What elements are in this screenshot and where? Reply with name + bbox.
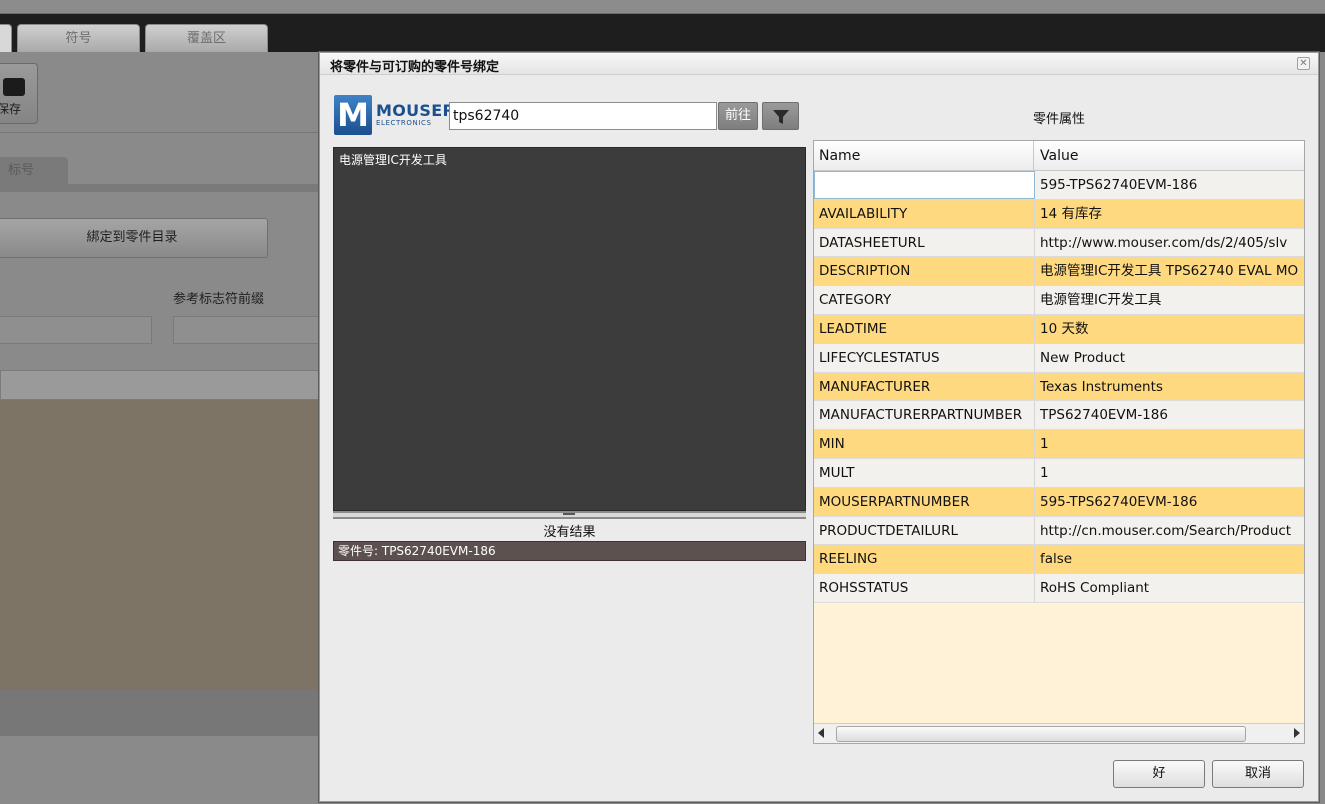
property-name-cell[interactable]: PRODUCTDETAILURL — [814, 516, 1035, 545]
property-value-cell[interactable]: http://www.mouser.com/ds/2/405/slv — [1035, 229, 1304, 257]
part-search-input[interactable] — [449, 102, 717, 130]
property-value-cell[interactable]: false — [1035, 545, 1304, 573]
property-name-cell[interactable] — [814, 171, 1035, 199]
dialog-titlebar: 将零件与可订购的零件号绑定 ✕ — [320, 53, 1318, 75]
bind-to-catalog-button[interactable]: 綁定到零件目录 — [0, 218, 268, 258]
splitter-grip[interactable] — [563, 513, 575, 515]
property-row[interactable]: MOUSERPARTNUMBER 595-TPS62740EVM-186 — [814, 487, 1304, 517]
sub-tab-strip — [0, 184, 330, 192]
grid-rows: 595-TPS62740EVM-186 AVAILABILITY 14 有库存 DAT… — [814, 171, 1304, 603]
properties-title: 零件属性 — [1032, 112, 1085, 127]
property-name-cell[interactable]: MANUFACTURER — [814, 372, 1035, 401]
tab-footprint[interactable]: 覆盖区 — [145, 24, 268, 52]
property-row[interactable]: PRODUCTDETAILURL http://cn.mouser.com/Sea… — [814, 516, 1304, 546]
property-name-cell[interactable]: LIFECYCLESTATUS — [814, 343, 1035, 372]
property-name-cell[interactable]: LEADTIME — [814, 314, 1035, 343]
property-value-cell[interactable]: New Product — [1035, 344, 1304, 372]
properties-panel: 保存 标号 綁定到零件目录 参考标志符前缀 — [0, 52, 330, 804]
property-name-cell[interactable]: CATEGORY — [814, 286, 1035, 314]
property-row[interactable]: LEADTIME 10 天数 — [814, 314, 1304, 344]
property-name-cell[interactable]: ROHSSTATUS — [814, 574, 1035, 602]
property-value-cell[interactable]: 1 — [1035, 459, 1304, 487]
property-row[interactable]: MULT 1 — [814, 458, 1304, 488]
property-row[interactable]: AVAILABILITY 14 有库存 — [814, 199, 1304, 229]
save-button[interactable]: 保存 — [0, 63, 38, 124]
ok-button[interactable]: 好 — [1113, 760, 1205, 788]
property-name-cell[interactable]: MULT — [814, 458, 1035, 487]
property-value-cell[interactable]: 电源管理IC开发工具 — [1035, 286, 1304, 314]
panel-header-bar — [0, 370, 330, 400]
property-name-cell[interactable]: MIN — [814, 430, 1035, 458]
property-name-cell[interactable]: REELING — [814, 545, 1035, 574]
tab-designator[interactable]: 标号 — [0, 157, 68, 184]
close-icon[interactable]: ✕ — [1297, 57, 1310, 70]
part-number-result[interactable]: 零件号: TPS62740EVM-186 — [333, 541, 806, 561]
properties-grid: Name Value 595-TPS62740EVM-186 AVAILABILI… — [813, 140, 1305, 744]
mouser-subtitle: ELECTRONICS — [376, 119, 432, 127]
property-row[interactable]: MANUFACTURER Texas Instruments — [814, 372, 1304, 402]
tree-item-category[interactable]: 电源管理IC开发工具 — [339, 151, 447, 168]
property-row[interactable]: DATASHEETURL http://www.mouser.com/ds/2/4… — [814, 228, 1304, 258]
property-row[interactable]: MIN 1 — [814, 430, 1304, 459]
property-value-cell[interactable]: RoHS Compliant — [1035, 574, 1304, 602]
tab-first[interactable] — [0, 24, 12, 52]
property-value-cell[interactable]: http://cn.mouser.com/Search/Product — [1035, 517, 1304, 545]
property-name-cell[interactable]: MOUSERPARTNUMBER — [814, 487, 1035, 516]
background-right-edge — [1319, 52, 1325, 804]
camera-icon — [3, 78, 25, 96]
go-button[interactable]: 前往 — [718, 102, 758, 130]
horizontal-scrollbar[interactable] — [814, 723, 1304, 743]
property-value-cell[interactable]: 电源管理IC开发工具 TPS62740 EVAL MO — [1035, 257, 1304, 285]
filter-icon — [773, 110, 789, 124]
property-row[interactable]: LIFECYCLESTATUS New Product — [814, 343, 1304, 373]
save-label: 保存 — [0, 102, 22, 116]
cancel-button[interactable]: 取消 — [1212, 760, 1304, 788]
no-results-label: 没有结果 — [543, 525, 596, 540]
tab-symbol[interactable]: 符号 — [17, 24, 140, 52]
property-value-cell[interactable]: 595-TPS62740EVM-186 — [1035, 488, 1304, 516]
scroll-right-icon[interactable] — [1294, 728, 1300, 738]
property-name-cell[interactable]: DATASHEETURL — [814, 228, 1035, 257]
app-tab-bar: 符号 覆盖区 — [0, 14, 1325, 52]
mouser-m-icon: M — [334, 95, 372, 135]
property-value-cell[interactable]: 14 有库存 — [1035, 200, 1304, 228]
grid-header: Name Value — [814, 141, 1304, 171]
property-value-cell[interactable]: TPS62740EVM-186 — [1035, 401, 1304, 429]
app-top-strip — [0, 0, 1325, 14]
property-name-cell[interactable]: AVAILABILITY — [814, 199, 1035, 228]
mouser-wordmark: MOUSER — [376, 101, 456, 120]
property-name-cell[interactable]: MANUFACTURERPARTNUMBER — [814, 401, 1035, 430]
category-tree[interactable]: 电源管理IC开发工具 — [333, 147, 806, 511]
property-value-cell[interactable]: 595-TPS62740EVM-186 — [1035, 171, 1304, 199]
column-header-name[interactable]: Name — [814, 141, 1034, 171]
bind-part-dialog: 将零件与可订购的零件号绑定 ✕ M MOUSER ELECTRONICS 前往 … — [319, 52, 1319, 802]
scrollbar-thumb[interactable] — [836, 726, 1246, 742]
designator-prefix-label: 参考标志符前缀 — [173, 292, 265, 307]
panel-preview-area — [0, 400, 330, 690]
property-row[interactable]: 595-TPS62740EVM-186 — [814, 171, 1304, 200]
property-row[interactable]: MANUFACTURERPARTNUMBER TPS62740EVM-186 — [814, 401, 1304, 431]
property-value-cell[interactable]: 1 — [1035, 430, 1304, 458]
panel-bottom-bar — [0, 690, 330, 736]
property-value-cell[interactable]: Texas Instruments — [1035, 373, 1304, 401]
pane-splitter[interactable] — [333, 511, 806, 519]
property-name-cell[interactable]: DESCRIPTION — [814, 257, 1035, 286]
column-header-value[interactable]: Value — [1035, 141, 1304, 171]
dialog-title: 将零件与可订购的零件号绑定 — [330, 60, 500, 75]
property-row[interactable]: DESCRIPTION 电源管理IC开发工具 TPS62740 EVAL MO — [814, 257, 1304, 287]
property-row[interactable]: CATEGORY 电源管理IC开发工具 — [814, 286, 1304, 315]
filter-button[interactable] — [762, 102, 799, 130]
field-left[interactable] — [0, 316, 152, 344]
designator-prefix-field[interactable] — [173, 316, 328, 344]
property-row[interactable]: REELING false — [814, 545, 1304, 575]
property-row[interactable]: ROHSSTATUS RoHS Compliant — [814, 574, 1304, 603]
scroll-left-icon[interactable] — [818, 728, 824, 738]
property-value-cell[interactable]: 10 天数 — [1035, 315, 1304, 343]
divider — [0, 132, 330, 133]
mouser-logo: M MOUSER ELECTRONICS — [334, 95, 455, 135]
